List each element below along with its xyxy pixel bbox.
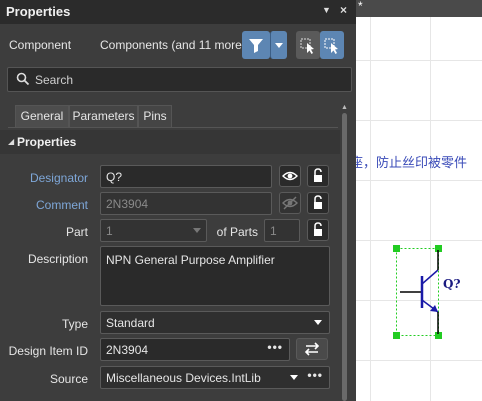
comment-visibility-button[interactable] (279, 192, 301, 214)
swap-icon (304, 342, 320, 356)
design-item-id-label: Design Item ID (8, 344, 88, 358)
swap-component-button[interactable] (296, 338, 328, 360)
eye-hidden-icon (282, 196, 298, 210)
designator-lock-button[interactable] (307, 165, 329, 187)
component-label: Component (9, 38, 72, 52)
select-mask-button[interactable] (320, 31, 344, 59)
unlock-icon (314, 195, 322, 209)
schematic-canvas[interactable]: * 座，防止丝印被零件 Q? (356, 0, 482, 401)
comment-input[interactable]: 2N3904 (100, 192, 272, 215)
comment-lock-button[interactable] (307, 192, 329, 214)
comment-label: Comment (35, 198, 88, 212)
search-input[interactable]: Search (7, 67, 352, 92)
part-value: 1 (106, 224, 113, 238)
modified-marker: * (358, 0, 363, 13)
component-selection-value: Components (and 11 more) (100, 38, 246, 52)
panel-titlebar[interactable]: Properties ▼ × (0, 0, 356, 24)
filter-button[interactable] (242, 31, 270, 59)
of-parts-label: of Parts (216, 225, 258, 239)
cursor-icon (324, 38, 338, 54)
unlock-icon (314, 222, 322, 236)
type-label: Type (61, 317, 88, 331)
description-label: Description (27, 252, 88, 266)
designator-visibility-button[interactable] (279, 165, 301, 187)
scroll-thumb[interactable] (342, 113, 347, 401)
canvas-annotation-text: 座，防止丝印被零件 (356, 156, 468, 171)
filter-dropdown-button[interactable] (270, 31, 287, 59)
chevron-down-icon (314, 320, 322, 325)
type-select[interactable]: Standard (100, 311, 330, 334)
designator-label: Designator (29, 171, 88, 185)
part-select[interactable]: 1 (100, 219, 207, 242)
panel-menu-icon[interactable]: ▼ (322, 5, 331, 15)
of-parts-value: 1 (264, 219, 300, 242)
document-tab-strip: * (356, 0, 482, 17)
source-value: Miscellaneous Devices.IntLib (106, 371, 261, 385)
select-objects-button[interactable] (296, 31, 320, 59)
tab-parameters[interactable]: Parameters (69, 105, 138, 127)
type-value: Standard (106, 316, 155, 330)
scroll-up-icon[interactable]: ▲ (341, 104, 348, 111)
part-label: Part (65, 225, 88, 239)
properties-section-header[interactable]: ◢ Properties (0, 130, 340, 154)
more-options-icon[interactable]: ••• (267, 340, 283, 354)
properties-panel: Properties ▼ × Component Components (and… (0, 0, 356, 401)
eye-icon (282, 171, 298, 181)
chevron-down-icon (275, 43, 283, 48)
close-icon[interactable]: × (340, 3, 347, 17)
tab-general[interactable]: General (15, 105, 69, 127)
designator-input[interactable]: Q? (100, 165, 272, 188)
unlock-icon (314, 168, 322, 182)
tab-divider (8, 127, 338, 128)
description-textarea[interactable]: NPN General Purpose Amplifier (100, 246, 330, 306)
more-options-icon[interactable]: ••• (307, 368, 323, 382)
source-label: Source (49, 372, 88, 386)
search-icon (16, 72, 30, 86)
part-lock-button[interactable] (307, 219, 329, 241)
design-item-id-value: 2N3904 (106, 343, 149, 357)
section-title: Properties (17, 135, 77, 149)
cursor-select-icon (300, 38, 314, 54)
tab-pins[interactable]: Pins (138, 105, 172, 127)
design-item-id-input[interactable]: 2N3904 ••• (100, 338, 290, 361)
panel-title: Properties (6, 4, 71, 19)
filter-icon (249, 39, 263, 53)
search-placeholder: Search (35, 73, 74, 87)
collapse-arrow-icon: ◢ (8, 137, 15, 146)
chevron-down-icon (193, 228, 201, 233)
chevron-down-icon (290, 375, 298, 380)
transistor-symbol[interactable]: Q? (392, 240, 482, 340)
scrollbar[interactable]: ▲ (341, 104, 348, 401)
source-select[interactable]: Miscellaneous Devices.IntLib ••• (100, 366, 330, 389)
canvas-designator-text: Q? (443, 277, 460, 291)
